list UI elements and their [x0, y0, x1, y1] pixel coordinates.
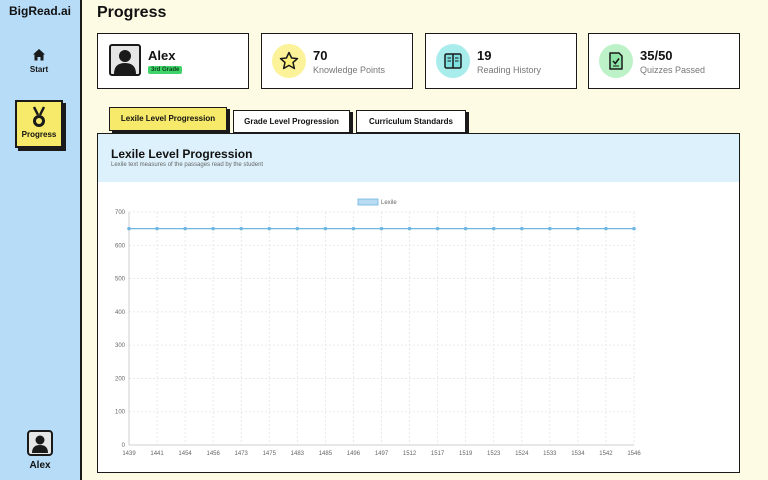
data-point	[239, 226, 244, 231]
data-point	[519, 226, 524, 231]
x-tick-label: 1524	[515, 451, 529, 457]
lexile-line-chart: 0 100 200 300 400 500 600 700 1439 1441 1454 1456 14…	[115, 198, 641, 457]
reading-history-card: 19 Reading History	[425, 33, 577, 89]
x-tick-label: 1519	[459, 451, 473, 457]
data-point	[463, 226, 468, 231]
y-tick-label: 400	[115, 310, 126, 316]
x-tick-label: 1483	[291, 451, 305, 457]
data-point	[576, 226, 580, 231]
nav-progress-label: Progress	[21, 130, 57, 139]
data-point	[211, 226, 215, 231]
x-tick-label: 1475	[263, 451, 277, 457]
user-nav-label: Alex	[29, 460, 51, 471]
medal-icon	[17, 106, 61, 128]
x-tick-label: 1546	[627, 451, 641, 457]
nav-start-label: Start	[29, 65, 49, 74]
x-tick-label: 1533	[543, 451, 557, 457]
data-point	[351, 226, 356, 231]
star-icon	[272, 44, 306, 78]
x-tick-label: 1496	[347, 451, 361, 457]
data-point	[127, 226, 131, 231]
user-nav-button[interactable]: Alex	[0, 430, 80, 471]
sidebar: BigRead.ai Start Progress Alex	[0, 0, 82, 480]
x-tick-label: 1454	[178, 451, 192, 457]
y-tick-label: 300	[115, 343, 126, 349]
data-point	[407, 226, 412, 231]
nav-start-button[interactable]: Start	[15, 48, 63, 80]
x-tick-label: 1512	[403, 451, 417, 457]
avatar-icon	[109, 44, 141, 76]
x-tick-label: 1542	[599, 451, 613, 457]
legend-label: Lexile	[381, 200, 397, 206]
data-point	[183, 226, 187, 231]
quizzes-passed-value: 35/50	[640, 48, 673, 63]
lexile-chart-panel: Lexile Level Progression Lexile text mea…	[97, 133, 740, 473]
knowledge-points-card: 70 Knowledge Points	[261, 33, 413, 89]
grade-badge: 3rd Grade	[148, 66, 183, 74]
x-tick-label: 1439	[122, 451, 136, 457]
reading-history-label: Reading History	[477, 65, 542, 75]
data-point	[632, 226, 636, 231]
x-tick-label: 1441	[150, 451, 164, 457]
profile-card: Alex 3rd Grade	[97, 33, 249, 89]
legend-swatch	[357, 198, 379, 206]
tab-lexile-level-progression[interactable]: Lexile Level Progression	[109, 107, 227, 131]
data-point	[155, 226, 159, 231]
data-point	[323, 226, 328, 231]
book-icon	[436, 44, 470, 78]
y-tick-label: 600	[115, 243, 126, 249]
reading-history-value: 19	[477, 48, 492, 63]
x-tick-label: 1485	[319, 451, 333, 457]
tab-curriculum-standards[interactable]: Curriculum Standards	[356, 110, 466, 133]
data-point	[379, 226, 384, 231]
nav-progress-button[interactable]: Progress	[15, 100, 63, 148]
profile-name: Alex	[148, 48, 176, 63]
data-point	[435, 226, 440, 231]
data-point	[604, 226, 608, 231]
data-point	[491, 226, 496, 231]
x-tick-label: 1456	[206, 451, 220, 457]
knowledge-points-label: Knowledge Points	[313, 65, 386, 75]
data-point	[267, 226, 272, 231]
data-point	[548, 226, 552, 231]
x-tick-label: 1534	[571, 451, 585, 457]
knowledge-points-value: 70	[313, 48, 328, 63]
data-point	[295, 226, 300, 231]
y-tick-label: 700	[115, 210, 126, 216]
page-title: Progress	[97, 4, 167, 21]
x-tick-label: 1473	[235, 451, 249, 457]
y-tick-label: 500	[115, 277, 126, 283]
x-tick-label: 1517	[431, 451, 445, 457]
quizzes-passed-card: 35/50 Quizzes Passed	[588, 33, 740, 89]
y-tick-label: 0	[122, 443, 126, 449]
x-tick-label: 1523	[487, 451, 501, 457]
x-tick-label: 1497	[375, 451, 389, 457]
tab-grade-level-progression[interactable]: Grade Level Progression	[233, 110, 350, 133]
y-tick-label: 100	[115, 410, 126, 416]
brand-logo[interactable]: BigRead.ai	[0, 4, 80, 18]
home-icon	[15, 48, 63, 64]
quiz-check-icon	[599, 44, 633, 78]
quizzes-passed-label: Quizzes Passed	[640, 65, 706, 75]
avatar-icon	[27, 430, 53, 456]
y-tick-label: 200	[115, 376, 126, 382]
